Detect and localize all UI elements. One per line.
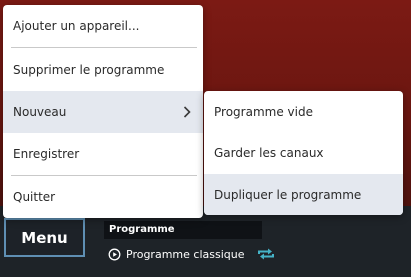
submenu-item-keep-channels[interactable]: Garder les canaux (204, 132, 403, 174)
menu-item-quit[interactable]: Quitter (3, 176, 203, 218)
program-selector[interactable]: Programme classique (108, 245, 275, 263)
menu-item-add-device[interactable]: Ajouter un appareil... (3, 5, 203, 47)
main-menu: Ajouter un appareil... Supprimer le prog… (3, 5, 203, 218)
sync-icon[interactable] (257, 247, 275, 261)
menu-item-label: Quitter (13, 190, 56, 204)
submenu-item-label: Dupliquer le programme (214, 187, 362, 202)
menu-item-label: Supprimer le programme (13, 62, 165, 77)
submenu-item-label: Garder les canaux (214, 146, 324, 160)
submenu-item-label: Programme vide (214, 104, 313, 119)
menu-item-label: Nouveau (13, 105, 67, 119)
chevron-right-icon (183, 106, 191, 118)
menu-item-new[interactable]: Nouveau (3, 91, 203, 133)
submenu-item-duplicate-program[interactable]: Dupliquer le programme (204, 174, 403, 215)
play-circle-icon (108, 248, 121, 260)
new-submenu: Programme vide Garder les canaux Dupliqu… (204, 91, 403, 215)
program-name: Programme classique (126, 247, 245, 261)
submenu-item-empty-program[interactable]: Programme vide (204, 91, 403, 132)
menu-item-save[interactable]: Enregistrer (3, 133, 203, 175)
menu-button[interactable]: Menu (4, 218, 85, 257)
menu-item-delete-program[interactable]: Supprimer le programme (3, 48, 203, 91)
menu-item-label: Enregistrer (13, 147, 80, 161)
program-header: Programme (104, 221, 262, 239)
menu-item-label: Ajouter un appareil... (13, 19, 140, 33)
